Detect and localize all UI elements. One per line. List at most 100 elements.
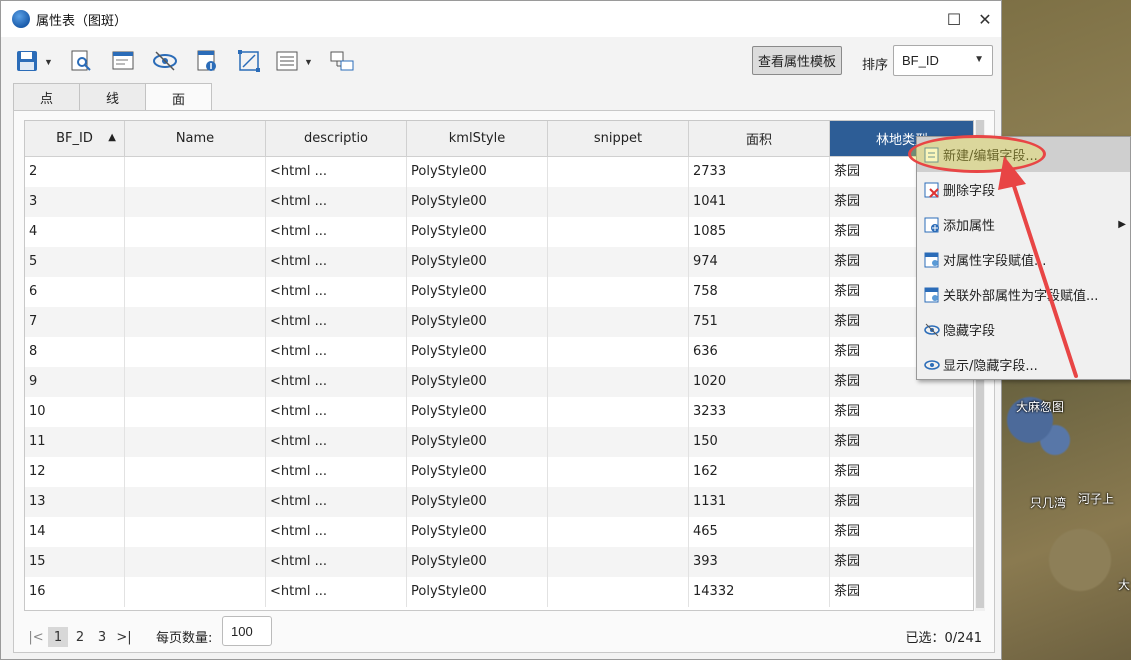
cell-name[interactable]: [125, 397, 266, 427]
table-row[interactable]: 5 <html ... PolyStyle00 974 茶园: [25, 247, 973, 277]
cell-description[interactable]: <html ...: [266, 157, 407, 187]
cell-description[interactable]: <html ...: [266, 457, 407, 487]
cell-area[interactable]: 393: [689, 547, 830, 577]
cell-kmlstyle[interactable]: PolyStyle00: [407, 397, 548, 427]
cell-snippet[interactable]: [548, 277, 689, 307]
per-page-input[interactable]: 100: [222, 616, 272, 646]
cell-area[interactable]: 758: [689, 277, 830, 307]
table-row[interactable]: 4 <html ... PolyStyle00 1085 茶园: [25, 217, 973, 247]
cell-name[interactable]: [125, 247, 266, 277]
cell-description[interactable]: <html ...: [266, 337, 407, 367]
list-icon[interactable]: [273, 47, 301, 75]
cell-area[interactable]: 3233: [689, 397, 830, 427]
cell-name[interactable]: [125, 157, 266, 187]
cell-area[interactable]: 14332: [689, 577, 830, 607]
cell-snippet[interactable]: [548, 517, 689, 547]
cell-area[interactable]: 974: [689, 247, 830, 277]
cell-bf-id[interactable]: 7: [25, 307, 125, 337]
cell-area[interactable]: 465: [689, 517, 830, 547]
cell-description[interactable]: <html ...: [266, 367, 407, 397]
cell-snippet[interactable]: [548, 397, 689, 427]
link-windows-icon[interactable]: [328, 47, 356, 75]
cell-name[interactable]: [125, 367, 266, 397]
menu-item-assign-value[interactable]: 对属性字段赋值...: [917, 242, 1130, 277]
cell-bf-id[interactable]: 5: [25, 247, 125, 277]
cell-name[interactable]: [125, 487, 266, 517]
cell-bf-id[interactable]: 8: [25, 337, 125, 367]
cell-kmlstyle[interactable]: PolyStyle00: [407, 517, 548, 547]
view-template-button[interactable]: 查看属性模板: [752, 46, 842, 75]
cell-area[interactable]: 1041: [689, 187, 830, 217]
menu-item-delete-field[interactable]: 删除字段: [917, 172, 1130, 207]
table-row[interactable]: 3 <html ... PolyStyle00 1041 茶园: [25, 187, 973, 217]
page-button[interactable]: 3: [92, 627, 112, 647]
page-button[interactable]: 2: [70, 627, 90, 647]
cell-description[interactable]: <html ...: [266, 307, 407, 337]
cell-kmlstyle[interactable]: PolyStyle00: [407, 277, 548, 307]
cell-area[interactable]: 162: [689, 457, 830, 487]
cell-snippet[interactable]: [548, 247, 689, 277]
cell-area[interactable]: 751: [689, 307, 830, 337]
cell-forest-type[interactable]: 茶园: [830, 457, 973, 487]
page-button[interactable]: 1: [48, 627, 68, 647]
first-page-icon[interactable]: |<: [26, 627, 46, 647]
maximize-button[interactable]: ☐: [942, 7, 966, 31]
cell-kmlstyle[interactable]: PolyStyle00: [407, 247, 548, 277]
cell-description[interactable]: <html ...: [266, 217, 407, 247]
cell-forest-type[interactable]: 茶园: [830, 487, 973, 517]
cell-kmlstyle[interactable]: PolyStyle00: [407, 217, 548, 247]
cell-bf-id[interactable]: 4: [25, 217, 125, 247]
cell-area[interactable]: 1131: [689, 487, 830, 517]
cell-description[interactable]: <html ...: [266, 517, 407, 547]
table-row[interactable]: 15 <html ... PolyStyle00 393 茶园: [25, 547, 973, 577]
cell-kmlstyle[interactable]: PolyStyle00: [407, 547, 548, 577]
cell-snippet[interactable]: [548, 577, 689, 607]
tab-point[interactable]: 点: [13, 83, 80, 111]
sort-select[interactable]: BF_ID ▼: [893, 45, 993, 76]
menu-item-toggle-field[interactable]: 显示/隐藏字段...: [917, 347, 1130, 382]
cell-forest-type[interactable]: 茶园: [830, 517, 973, 547]
table-row[interactable]: 9 <html ... PolyStyle00 1020 茶园: [25, 367, 973, 397]
column-header-bf-id[interactable]: BF_ID ▲: [25, 121, 125, 157]
cell-bf-id[interactable]: 2: [25, 157, 125, 187]
tab-line[interactable]: 线: [79, 83, 146, 111]
cell-name[interactable]: [125, 337, 266, 367]
cell-name[interactable]: [125, 517, 266, 547]
cell-name[interactable]: [125, 187, 266, 217]
cell-forest-type[interactable]: 茶园: [830, 547, 973, 577]
cell-name[interactable]: [125, 577, 266, 607]
cell-bf-id[interactable]: 11: [25, 427, 125, 457]
cell-kmlstyle[interactable]: PolyStyle00: [407, 457, 548, 487]
save-icon[interactable]: [13, 47, 41, 75]
table-row[interactable]: 6 <html ... PolyStyle00 758 茶园: [25, 277, 973, 307]
menu-item-add-attribute[interactable]: 添加属性 ▶: [917, 207, 1130, 242]
cell-forest-type[interactable]: 茶园: [830, 427, 973, 457]
cell-description[interactable]: <html ...: [266, 547, 407, 577]
table-row[interactable]: 14 <html ... PolyStyle00 465 茶园: [25, 517, 973, 547]
cell-description[interactable]: <html ...: [266, 277, 407, 307]
cell-snippet[interactable]: [548, 457, 689, 487]
cell-snippet[interactable]: [548, 427, 689, 457]
table-row[interactable]: 12 <html ... PolyStyle00 162 茶园: [25, 457, 973, 487]
cell-forest-type[interactable]: 茶园: [830, 577, 973, 607]
cell-snippet[interactable]: [548, 217, 689, 247]
table-row[interactable]: 11 <html ... PolyStyle00 150 茶园: [25, 427, 973, 457]
cell-description[interactable]: <html ...: [266, 397, 407, 427]
cell-kmlstyle[interactable]: PolyStyle00: [407, 157, 548, 187]
cell-kmlstyle[interactable]: PolyStyle00: [407, 307, 548, 337]
cell-description[interactable]: <html ...: [266, 247, 407, 277]
select-icon[interactable]: [235, 47, 263, 75]
cell-kmlstyle[interactable]: PolyStyle00: [407, 577, 548, 607]
eye-icon[interactable]: [151, 47, 179, 75]
close-button[interactable]: ✕: [973, 7, 997, 31]
cell-name[interactable]: [125, 307, 266, 337]
last-page-icon[interactable]: >|: [114, 627, 134, 647]
title-bar[interactable]: 属性表（图斑） ☐ ✕: [1, 1, 1001, 37]
cell-bf-id[interactable]: 3: [25, 187, 125, 217]
column-header-snippet[interactable]: snippet: [548, 121, 689, 157]
cell-bf-id[interactable]: 13: [25, 487, 125, 517]
cell-name[interactable]: [125, 547, 266, 577]
tab-polygon[interactable]: 面: [145, 83, 212, 113]
column-header-description[interactable]: descriptio: [266, 121, 407, 157]
save-dropdown-icon[interactable]: ▼: [44, 57, 53, 67]
